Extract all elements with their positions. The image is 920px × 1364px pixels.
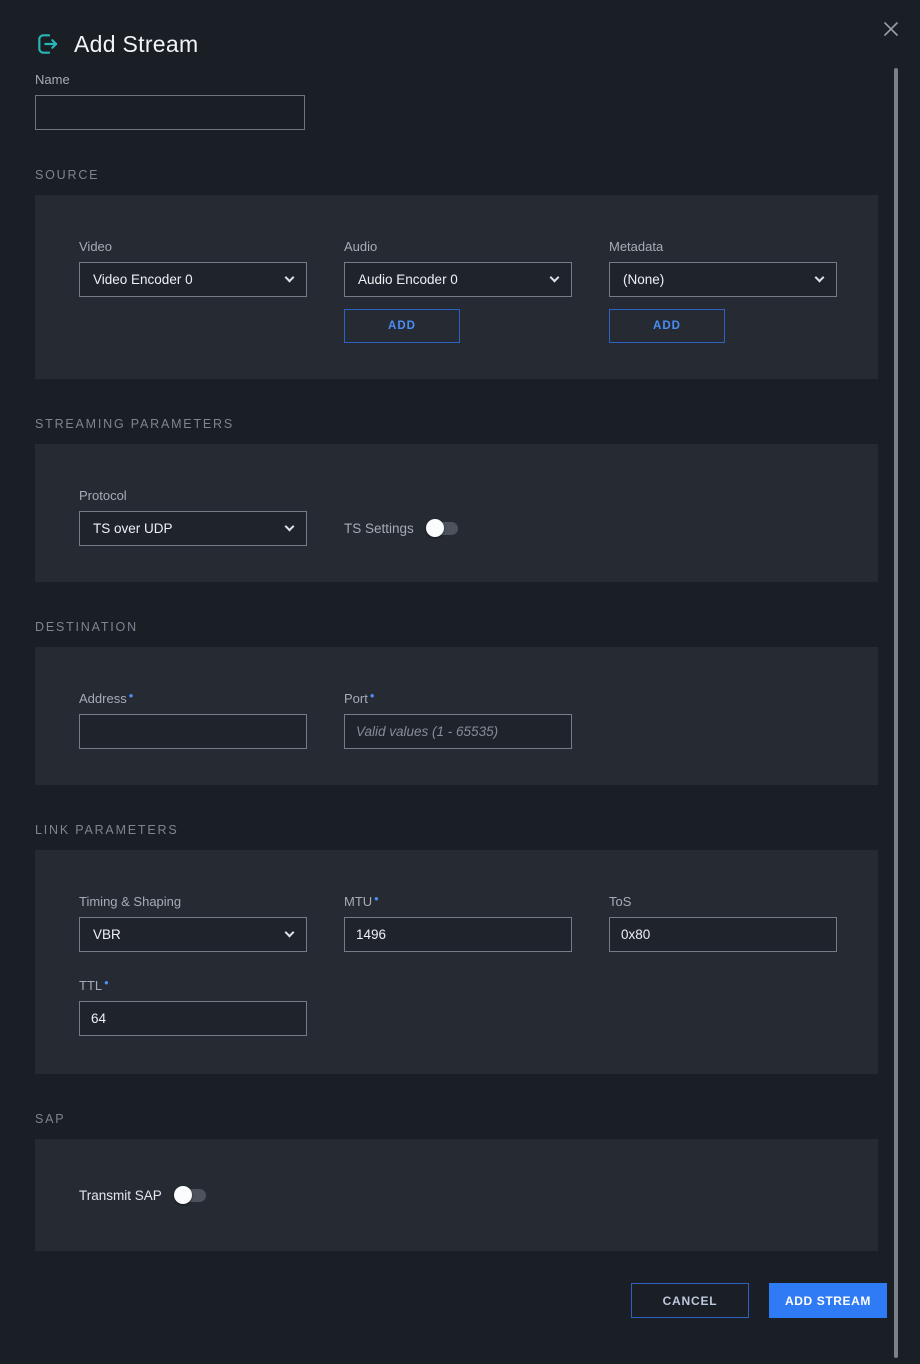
toggle-knob (426, 519, 444, 537)
chevron-down-icon (285, 928, 295, 938)
video-field: Video Video Encoder 0 (79, 239, 307, 343)
metadata-select[interactable]: (None) (609, 262, 837, 297)
ts-settings-row: TS Settings (344, 511, 458, 546)
name-field: Name (35, 72, 263, 130)
timing-shaping-select[interactable]: VBR (79, 917, 307, 952)
section-header-sap: SAP (35, 1112, 878, 1126)
section-header-streaming-parameters: STREAMING PARAMETERS (35, 417, 878, 431)
required-indicator: • (370, 688, 375, 703)
timing-shaping-label: Timing & Shaping (79, 894, 307, 909)
ts-settings-label: TS Settings (344, 521, 414, 536)
protocol-select-value: TS over UDP (93, 521, 173, 536)
add-metadata-button[interactable]: ADD (609, 309, 725, 343)
transmit-sap-label: Transmit SAP (79, 1188, 162, 1203)
ttl-label-text: TTL (79, 978, 102, 993)
section-header-source: SOURCE (35, 168, 878, 182)
transmit-sap-row: Transmit SAP (79, 1178, 206, 1213)
chevron-down-icon (550, 273, 560, 283)
timing-shaping-select-value: VBR (93, 927, 121, 942)
sap-card: Transmit SAP (35, 1139, 878, 1251)
audio-select[interactable]: Audio Encoder 0 (344, 262, 572, 297)
port-input[interactable] (344, 714, 572, 749)
name-input[interactable] (35, 95, 305, 130)
protocol-select[interactable]: TS over UDP (79, 511, 307, 546)
chevron-down-icon (815, 273, 825, 283)
name-label: Name (35, 72, 263, 87)
close-button[interactable] (878, 16, 904, 42)
add-stream-button[interactable]: ADD STREAM (769, 1283, 887, 1318)
address-field: Address• (79, 691, 307, 749)
destination-card: Address• Port• (35, 647, 878, 785)
required-indicator: • (129, 688, 134, 703)
cancel-button[interactable]: CANCEL (631, 1283, 749, 1318)
port-label: Port• (344, 691, 572, 706)
address-label: Address• (79, 691, 307, 706)
video-select-value: Video Encoder 0 (93, 272, 193, 287)
mtu-input[interactable] (344, 917, 572, 952)
mtu-label: MTU• (344, 894, 572, 909)
port-label-text: Port (344, 691, 368, 706)
ttl-input[interactable] (79, 1001, 307, 1036)
port-field: Port• (344, 691, 572, 749)
ttl-label: TTL• (79, 978, 307, 993)
audio-field: Audio Audio Encoder 0 ADD (344, 239, 572, 343)
tos-label: ToS (609, 894, 837, 909)
transmit-sap-toggle[interactable] (176, 1189, 206, 1202)
close-icon (882, 20, 900, 38)
vertical-scrollbar[interactable] (894, 68, 898, 1358)
add-stream-dialog: Add Stream Name SOURCE Video Video Encod… (0, 0, 920, 1364)
metadata-label: Metadata (609, 239, 837, 254)
dialog-footer: CANCEL ADD STREAM (35, 1283, 887, 1318)
dialog-title: Add Stream (74, 31, 198, 58)
tos-field: ToS (609, 894, 837, 952)
metadata-select-value: (None) (623, 272, 664, 287)
section-header-destination: DESTINATION (35, 620, 878, 634)
chevron-down-icon (285, 522, 295, 532)
video-select[interactable]: Video Encoder 0 (79, 262, 307, 297)
timing-shaping-field: Timing & Shaping VBR (79, 894, 307, 952)
audio-select-value: Audio Encoder 0 (358, 272, 458, 287)
dialog-header: Add Stream (35, 0, 878, 60)
section-header-link-parameters: LINK PARAMETERS (35, 823, 878, 837)
mtu-field: MTU• (344, 894, 572, 952)
link-parameters-card: Timing & Shaping VBR MTU• ToS TTL• (35, 850, 878, 1074)
required-indicator: • (104, 975, 109, 990)
audio-label: Audio (344, 239, 572, 254)
required-indicator: • (374, 891, 379, 906)
source-card: Video Video Encoder 0 Audio Audio Encode… (35, 195, 878, 379)
tos-input[interactable] (609, 917, 837, 952)
protocol-label: Protocol (79, 488, 307, 503)
ts-settings-toggle[interactable] (428, 522, 458, 535)
video-label: Video (79, 239, 307, 254)
address-label-text: Address (79, 691, 127, 706)
stream-out-icon (35, 31, 61, 57)
protocol-field: Protocol TS over UDP (79, 488, 307, 546)
ttl-field: TTL• (79, 978, 307, 1036)
metadata-field: Metadata (None) ADD (609, 239, 837, 343)
mtu-label-text: MTU (344, 894, 372, 909)
chevron-down-icon (285, 273, 295, 283)
toggle-knob (174, 1186, 192, 1204)
streaming-parameters-card: Protocol TS over UDP TS Settings (35, 444, 878, 582)
add-audio-button[interactable]: ADD (344, 309, 460, 343)
address-input[interactable] (79, 714, 307, 749)
